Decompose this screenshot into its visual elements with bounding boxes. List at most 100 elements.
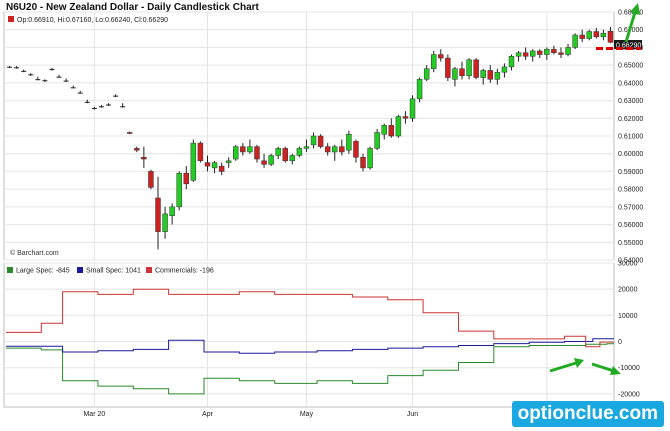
price-tick-label: 0.64000 [618, 80, 643, 87]
candle-body [310, 135, 317, 146]
candle-body [501, 66, 508, 73]
candle-body [225, 160, 232, 163]
candle-body [247, 146, 253, 153]
candle-body [402, 116, 409, 119]
date-tick-label: Jun [407, 411, 418, 418]
candle-body [409, 98, 416, 119]
candle-body [572, 34, 578, 48]
candle-body [218, 165, 225, 172]
date-tick-label: May [300, 411, 314, 418]
price-tick-label: 0.61000 [618, 134, 643, 141]
candle-body [508, 56, 515, 68]
candle-body [296, 148, 303, 156]
candle-body [423, 68, 430, 80]
candle-body [204, 162, 211, 167]
date-tick-label: Mar 20 [83, 411, 105, 418]
watermark-logo: optionclue.com [511, 401, 664, 427]
candle-body [197, 142, 204, 162]
price-tick-label: 0.59000 [618, 169, 643, 176]
cot-legend: Large Spec: -845 Small Spec: 1041 Commer… [7, 267, 214, 275]
candle-body [303, 146, 310, 149]
cot-tick-label: 20000 [618, 287, 638, 294]
chart-canvas: 0.540000.550000.560000.570000.580000.590… [3, 3, 643, 418]
candle-body [353, 141, 359, 158]
candle-body [162, 213, 168, 232]
candle-body [275, 148, 281, 156]
price-tick-label: 0.57000 [618, 204, 643, 211]
candle-body [579, 34, 585, 39]
price-tick-label: 0.63000 [618, 98, 643, 105]
candle-body [586, 31, 592, 39]
cot-tick-label: 30000 [618, 261, 638, 268]
ohlc-readout: Op:0.66910, Hi:0.67160, Lo:0.66240, Cl:0… [17, 17, 168, 24]
candle-body [494, 71, 501, 80]
candle-body [445, 57, 451, 78]
price-tick-label: 0.62000 [618, 116, 643, 123]
candle-body [169, 206, 175, 216]
candle-body [233, 146, 239, 160]
price-tick-label: 0.58000 [618, 187, 643, 194]
legend-commercials: Commercials: -196 [155, 268, 214, 275]
candle-body [515, 52, 522, 57]
candle-body [190, 142, 197, 181]
candle-body [141, 157, 147, 160]
ohlc-swatch [8, 16, 14, 22]
candle-body [176, 172, 182, 208]
candle-body [430, 54, 437, 69]
candle-body [544, 48, 550, 55]
candle-body [332, 146, 338, 153]
price-tick-label: 0.65000 [618, 63, 643, 70]
candle-body [254, 146, 260, 160]
candle-body [374, 132, 380, 149]
candle-body [346, 133, 352, 151]
candle-body [126, 132, 133, 134]
date-axis: Mar 20AprMayJunJul [83, 411, 551, 418]
price-tick-label: 0.56000 [618, 222, 643, 229]
candle-body [466, 59, 472, 77]
candle-body [459, 68, 465, 77]
candle-body [537, 50, 543, 55]
candle-body [211, 162, 218, 169]
candle-body [473, 59, 479, 78]
candle-body [600, 33, 607, 38]
candle-body [282, 148, 288, 162]
candle-body [324, 146, 331, 153]
candle-body [438, 54, 444, 59]
candle-body [529, 50, 536, 57]
copyright-credit: © Barchart.com [10, 249, 59, 257]
candle-body [381, 125, 387, 135]
cot-tick-label: -10000 [618, 365, 640, 372]
candle-body [360, 157, 366, 169]
legend-large-spec: Large Spec: -845 [16, 268, 70, 275]
candle-body [134, 148, 140, 151]
cot-tick-label: -20000 [618, 391, 640, 398]
candle-body [339, 146, 345, 153]
candle-body [480, 70, 486, 78]
candle-body [416, 79, 423, 100]
candle-body [395, 116, 402, 137]
candle-body [317, 135, 324, 147]
price-tick-label: 0.55000 [618, 240, 643, 247]
candle-body [558, 52, 564, 55]
cot-panel [3, 262, 615, 408]
candle-body [240, 146, 246, 153]
legend-small-spec: Small Spec: 1041 [86, 268, 141, 275]
candle-body [607, 31, 614, 43]
candle-body [593, 31, 600, 38]
cot-tick-label: 10000 [618, 313, 638, 320]
candle-body [261, 160, 267, 165]
cot-tick-label: 0 [618, 339, 622, 346]
candle-body [388, 125, 395, 137]
candle-body [487, 70, 494, 80]
date-tick-label: Apr [202, 411, 214, 418]
candle-body [155, 197, 161, 232]
candle-body [289, 155, 296, 162]
cot-axis: 30000 20000 10000 0 -10000 -20000 [618, 261, 640, 399]
candle-body [183, 172, 190, 185]
candle-body [268, 155, 274, 165]
candle-body [522, 52, 529, 57]
price-tick-label: 0.60000 [618, 151, 643, 158]
candle-body [551, 48, 557, 53]
candle-body [148, 171, 154, 188]
candle-body [452, 68, 458, 80]
